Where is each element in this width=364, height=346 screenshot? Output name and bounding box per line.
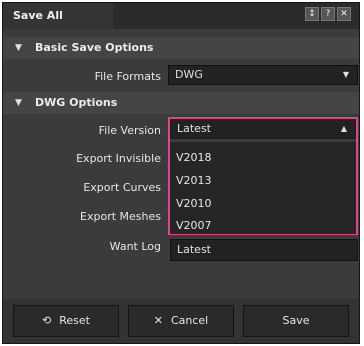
save-label: Save: [282, 314, 310, 327]
export-invisible-label: Export Invisible: [76, 152, 161, 165]
section-basic-save-options[interactable]: ▼ Basic Save Options: [3, 37, 359, 59]
chevron-down-icon: ▼: [342, 70, 349, 79]
collapse-arrow-icon[interactable]: ▼: [15, 92, 22, 114]
save-all-options-dialog: Save All Options ↕ ? ✕ ▼ Basic Save Opti…: [2, 2, 360, 344]
file-version-label: File Version: [98, 124, 161, 137]
section-dwg-options[interactable]: ▼ DWG Options: [3, 92, 359, 114]
want-log-field[interactable]: Latest: [170, 239, 358, 261]
export-curves-label: Export Curves: [83, 181, 161, 194]
option-v2010[interactable]: V2010: [176, 196, 212, 212]
save-button[interactable]: Save: [243, 305, 349, 337]
dock-icon[interactable]: ↕: [305, 7, 319, 21]
cancel-button[interactable]: ✕ Cancel: [128, 305, 234, 337]
export-meshes-label: Export Meshes: [80, 210, 161, 223]
dialog-title-tab[interactable]: Save All Options: [3, 3, 113, 48]
reset-label: Reset: [59, 314, 90, 327]
collapse-arrow-icon[interactable]: ▼: [15, 37, 22, 59]
option-v2013[interactable]: V2013: [176, 173, 212, 189]
dialog-footer: ⟲ Reset ✕ Cancel Save: [3, 299, 359, 343]
reset-icon: ⟲: [42, 314, 52, 327]
section-title: DWG Options: [35, 96, 118, 109]
reset-button[interactable]: ⟲ Reset: [13, 305, 119, 337]
file-formats-value: DWG: [175, 68, 203, 81]
want-log-label: Want Log: [109, 240, 161, 253]
file-version-dropdown[interactable]: Latest ▲: [170, 119, 356, 139]
file-formats-label: File Formats: [94, 70, 161, 83]
file-version-options-list: V2018 V2013 V2010 V2007: [170, 142, 356, 234]
section-title: Basic Save Options: [35, 41, 154, 54]
help-icon[interactable]: ?: [321, 7, 335, 21]
close-icon: ✕: [153, 314, 163, 327]
file-version-value: Latest: [177, 122, 211, 135]
file-formats-dropdown[interactable]: DWG ▼: [168, 65, 358, 85]
cancel-label: Cancel: [170, 314, 209, 327]
option-v2007[interactable]: V2007: [176, 218, 212, 234]
title-bar: Save All Options ↕ ? ✕: [3, 3, 359, 48]
close-icon[interactable]: ✕: [337, 7, 351, 21]
option-v2018[interactable]: V2018: [176, 150, 212, 166]
title-bar-buttons: ↕ ? ✕: [305, 7, 351, 21]
chevron-up-icon: ▲: [340, 124, 347, 133]
